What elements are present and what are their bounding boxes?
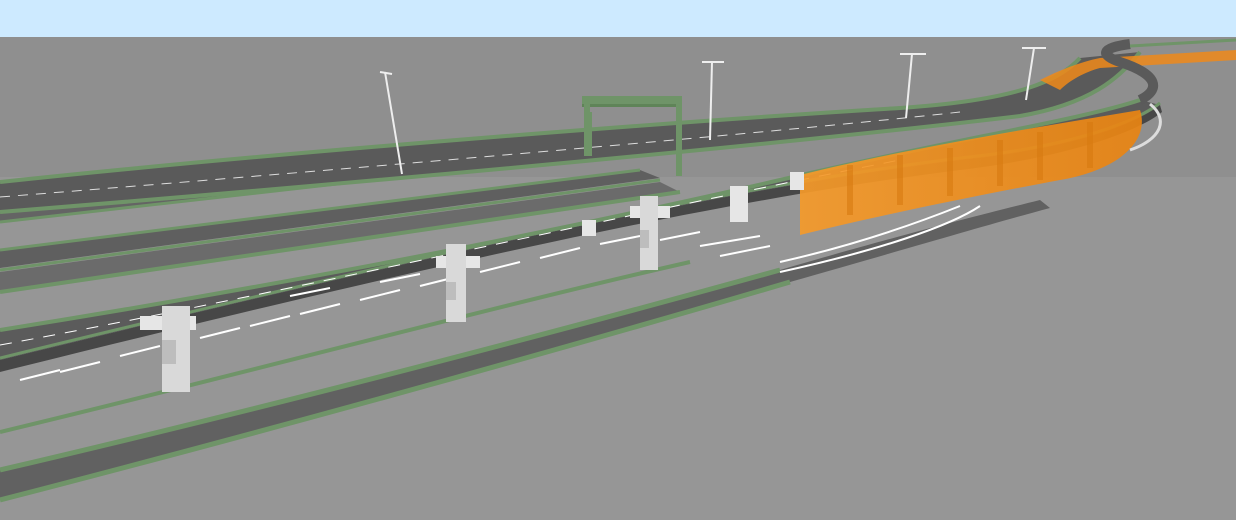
3d-model-viewport[interactable]	[0, 0, 1236, 520]
highway-interchange-scene	[0, 0, 1236, 520]
sky-band	[0, 0, 1236, 37]
